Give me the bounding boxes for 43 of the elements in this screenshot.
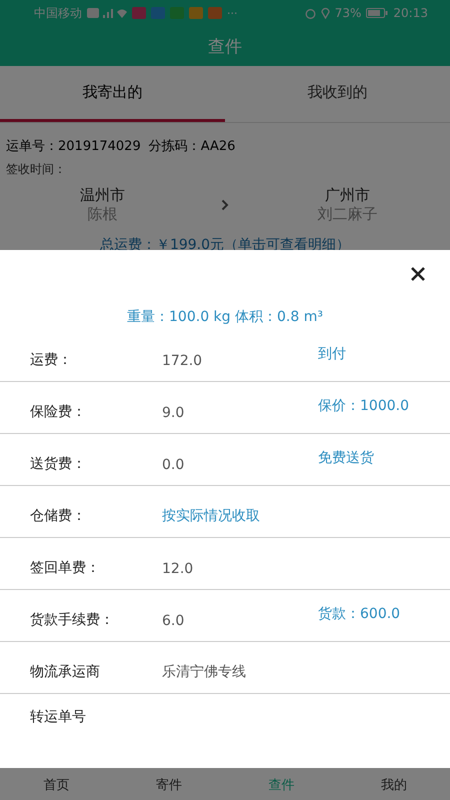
more-notifications: ··· <box>227 6 238 20</box>
fee-note: 货款：600.0 <box>318 605 400 623</box>
sort-code: 分拣码：AA26 <box>148 138 236 155</box>
fee-note: 免费送货 <box>318 449 374 467</box>
sender-name: 陈根 <box>88 205 118 224</box>
receiver-name: 刘二麻子 <box>317 205 378 224</box>
fee-label: 转运单号 <box>30 708 86 726</box>
app-notification-icon <box>189 7 203 19</box>
fee-label: 签回单费： <box>30 559 100 577</box>
page-title: 查件 <box>208 36 242 58</box>
carrier-name: 中国移动 <box>34 4 82 22</box>
app-notification-icon <box>151 7 165 19</box>
sign-time: 签收时间： <box>6 161 67 178</box>
alarm-icon <box>304 8 316 18</box>
fee-value: 172.0 <box>162 353 202 369</box>
fee-label: 送货费： <box>30 455 86 473</box>
fee-value: 0.0 <box>162 457 184 473</box>
clock: 20:13 <box>393 6 428 20</box>
fee-label: 运费： <box>30 351 72 369</box>
location-icon <box>320 7 330 19</box>
fee-note: 保价：1000.0 <box>318 397 409 415</box>
chevron-right-icon <box>220 199 229 211</box>
battery-icon <box>366 8 388 18</box>
waybill-number: 运单号：2019174029 <box>6 138 141 155</box>
signal-icon <box>87 7 127 19</box>
weight-volume-summary: 重量：100.0 kg 体积：0.8 m³ <box>126 308 324 327</box>
fee-value: 12.0 <box>162 561 194 577</box>
battery-level: 73% <box>334 6 362 20</box>
app-notification-icon <box>170 7 184 19</box>
fee-label: 仓储费： <box>30 507 86 525</box>
fee-value: 按实际情况收取 <box>162 507 260 525</box>
close-icon[interactable] <box>410 266 426 282</box>
fee-label: 货款手续费： <box>30 611 114 629</box>
destination-city: 广州市 <box>324 186 370 205</box>
fee-value: 9.0 <box>162 405 184 421</box>
app-notification-icon <box>132 7 146 19</box>
fee-label: 物流承运商 <box>30 663 100 681</box>
fee-value: 6.0 <box>162 613 184 629</box>
fee-value: 乐清宁佛专线 <box>162 663 246 681</box>
fee-label: 保险费： <box>30 403 86 421</box>
fee-note: 到付 <box>318 345 346 363</box>
app-notification-icon <box>208 7 222 19</box>
origin-city: 温州市 <box>80 186 126 205</box>
